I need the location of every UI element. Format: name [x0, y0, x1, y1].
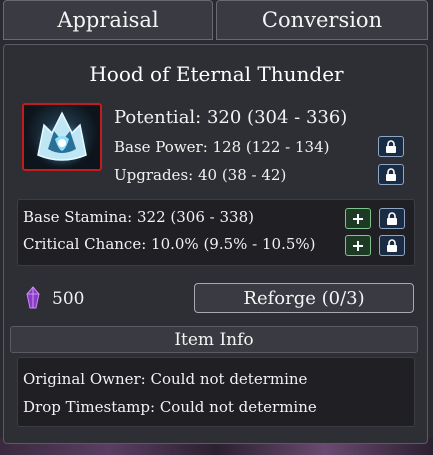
thunder-hood-icon — [22, 103, 102, 171]
item-info-box — [17, 357, 415, 427]
base-power-value: Base Power: 128 (122 - 134) — [114, 138, 330, 156]
reforge-button[interactable]: Reforge (0/3) — [194, 283, 414, 313]
lock-icon[interactable] — [379, 235, 405, 256]
plus-icon[interactable] — [345, 235, 371, 256]
item-name: Hood of Eternal Thunder — [89, 62, 344, 86]
plus-icon[interactable] — [345, 208, 371, 229]
bonus-stat-critical-chance: Critical Chance: 10.0% (9.5% - 10.5%) — [23, 235, 316, 253]
tab-conversion[interactable]: Conversion — [216, 0, 428, 40]
lock-icon[interactable] — [378, 136, 404, 157]
lock-icon[interactable] — [378, 164, 404, 185]
bonus-stat-stamina: Base Stamina: 322 (306 - 338) — [23, 208, 254, 226]
drop-timestamp: Drop Timestamp: Could not determine — [23, 398, 317, 416]
lock-icon[interactable] — [379, 208, 405, 229]
potential-value: Potential: 320 (304 - 336) — [114, 107, 348, 128]
upgrades-value: Upgrades: 40 (38 - 42) — [114, 166, 287, 184]
original-owner: Original Owner: Could not determine — [23, 370, 308, 388]
tab-appraisal[interactable]: Appraisal — [3, 0, 213, 40]
purple-crystal-icon — [24, 286, 42, 310]
item-info-header: Item Info — [10, 326, 418, 353]
currency-amount: 500 — [52, 289, 85, 309]
